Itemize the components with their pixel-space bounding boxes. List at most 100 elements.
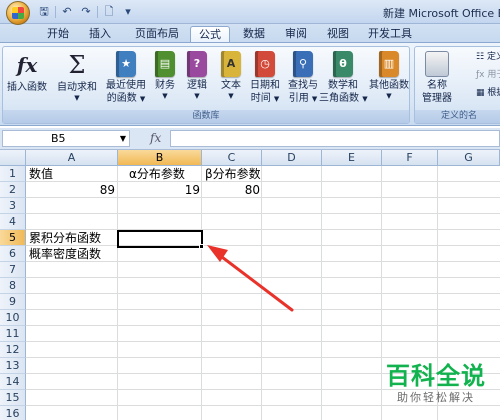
datetime-label-2: 时间 ▼ (250, 93, 280, 104)
logical-button[interactable]: ? 逻辑 ▼ (183, 51, 211, 100)
name-box[interactable]: B5 ▼ (2, 130, 130, 147)
cell-a5[interactable]: 累积分布函数 (27, 230, 117, 246)
row-header[interactable]: 11 (0, 326, 26, 342)
column-header-f[interactable]: F (382, 150, 438, 166)
name-manager-label-2: 管理器 (422, 93, 452, 104)
theta-book-icon: θ (333, 51, 353, 77)
column-header-g[interactable]: G (438, 150, 500, 166)
formula-input[interactable] (170, 130, 500, 147)
tab-formulas[interactable]: 公式 (190, 26, 230, 42)
column-header-a[interactable]: A (26, 150, 118, 166)
lookup-label-2: 引用 ▼ (288, 93, 318, 104)
redo-icon[interactable]: ↷ (78, 4, 94, 20)
row-header[interactable]: 13 (0, 358, 26, 374)
more-functions-button[interactable]: ▥ 其他函数 ▼ (367, 51, 411, 100)
tab-review[interactable]: 审阅 (278, 26, 314, 42)
fx-icon[interactable]: fx (150, 131, 161, 145)
name-box-value: B5 (51, 132, 66, 145)
select-all-corner[interactable] (0, 150, 26, 166)
row-header[interactable]: 14 (0, 374, 26, 390)
star-book-icon: ★ (116, 51, 136, 77)
chevron-down-icon: ▼ (386, 92, 392, 100)
customize-icon[interactable]: ▾ (120, 4, 136, 20)
define-name-button[interactable]: ☷ 定义名 (476, 49, 500, 62)
sigma-icon: Σ (68, 51, 86, 79)
watermark-logo: 百科全说 助你轻松解决 (372, 362, 500, 406)
row-header[interactable]: 5 (0, 230, 26, 246)
recent-functions-button[interactable]: ★ 最近使用 的函数 ▼ (101, 51, 151, 105)
financial-book-icon: ▤ (155, 51, 175, 77)
text-button[interactable]: A 文本 ▼ (217, 51, 245, 100)
cell-a1[interactable]: 数值 (27, 166, 117, 182)
gridline (26, 325, 500, 326)
row-header[interactable]: 6 (0, 246, 26, 262)
row-header[interactable]: 12 (0, 342, 26, 358)
save-icon[interactable]: 🖫 (36, 4, 52, 20)
row-header[interactable]: 1 (0, 166, 26, 182)
chevron-down-icon: ▼ (162, 92, 168, 100)
recent-label-2: 的函数 ▼ (106, 93, 146, 104)
text-book-icon: A (221, 51, 241, 77)
chevron-down-icon: ▼ (194, 92, 200, 100)
magnifier-book-icon: ⚲ (293, 51, 313, 77)
tab-developer[interactable]: 开发工具 (364, 26, 416, 42)
math-trig-button[interactable]: θ 数学和 三角函数 ▼ (319, 51, 368, 105)
office-button[interactable] (6, 1, 30, 25)
active-cell-b5[interactable] (117, 230, 203, 248)
cell-b2[interactable]: 19 (118, 182, 202, 198)
office-logo-icon (12, 7, 24, 19)
text-label: 文本 (221, 80, 241, 91)
function-library-group: fx 插入函数 Σ 自动求和 ▼ ★ 最近使用 的函数 ▼ ▤ 财务 ▼ ? 逻… (2, 46, 410, 124)
insert-function-button[interactable]: fx 插入函数 (5, 51, 49, 94)
datetime-button[interactable]: ◷ 日期和 时间 ▼ (247, 51, 283, 105)
tab-insert[interactable]: 插入 (82, 26, 118, 42)
tab-home[interactable]: 开始 (40, 26, 76, 42)
name-manager-button[interactable]: 名称 管理器 (417, 51, 457, 105)
tab-data[interactable]: 数据 (236, 26, 272, 42)
row-header[interactable]: 10 (0, 310, 26, 326)
defined-names-label: 定义的名 (415, 110, 500, 123)
column-header-d[interactable]: D (262, 150, 322, 166)
ribbon: fx 插入函数 Σ 自动求和 ▼ ★ 最近使用 的函数 ▼ ▤ 财务 ▼ ? 逻… (0, 42, 500, 126)
row-header[interactable]: 16 (0, 406, 26, 420)
logical-label: 逻辑 (187, 80, 207, 91)
row-header[interactable]: 4 (0, 214, 26, 230)
financial-button[interactable]: ▤ 财务 ▼ (151, 51, 179, 100)
watermark-subtitle: 助你轻松解决 (397, 391, 475, 404)
lookup-button[interactable]: ⚲ 查找与 引用 ▼ (285, 51, 321, 105)
undo-icon[interactable]: ↶ (59, 4, 75, 20)
use-in-formula-button[interactable]: ƒx 用于公 (476, 67, 500, 80)
column-header-c[interactable]: C (202, 150, 262, 166)
row-header[interactable]: 2 (0, 182, 26, 198)
clock-book-icon: ◷ (255, 51, 275, 77)
name-manager-icon (425, 51, 449, 77)
column-header-b[interactable]: B (118, 150, 202, 166)
cell-a6[interactable]: 概率密度函数 (27, 246, 117, 262)
chevron-down-icon: ▼ (228, 92, 234, 100)
fill-handle[interactable] (199, 244, 204, 249)
financial-label: 财务 (155, 80, 175, 91)
row-header[interactable]: 15 (0, 390, 26, 406)
chevron-down-icon: ▼ (74, 94, 80, 102)
chevron-down-icon[interactable]: ▼ (120, 131, 126, 146)
cell-b1[interactable]: α分布参数 (127, 166, 201, 182)
row-header[interactable]: 3 (0, 198, 26, 214)
lookup-label-1: 查找与 (288, 80, 318, 91)
print-preview-icon[interactable]: 🗋 (101, 4, 117, 20)
separator (55, 6, 56, 18)
cell-a2[interactable]: 89 (27, 182, 117, 198)
create-from-selection-button[interactable]: ▦ 根据所 (476, 85, 500, 98)
row-header[interactable]: 8 (0, 278, 26, 294)
cell-c1[interactable]: β分布参数 (203, 166, 263, 182)
cell-c2[interactable]: 80 (202, 182, 262, 198)
row-header[interactable]: 7 (0, 262, 26, 278)
math-label-1: 数学和 (328, 80, 358, 91)
autosum-label: 自动求和 (57, 82, 97, 93)
autosum-button[interactable]: Σ 自动求和 ▼ (55, 51, 99, 102)
gridline (26, 293, 500, 294)
row-header[interactable]: 9 (0, 294, 26, 310)
tab-view[interactable]: 视图 (320, 26, 356, 42)
column-header-e[interactable]: E (322, 150, 382, 166)
tab-page-layout[interactable]: 页面布局 (126, 26, 188, 42)
fx-icon: fx (16, 53, 38, 77)
